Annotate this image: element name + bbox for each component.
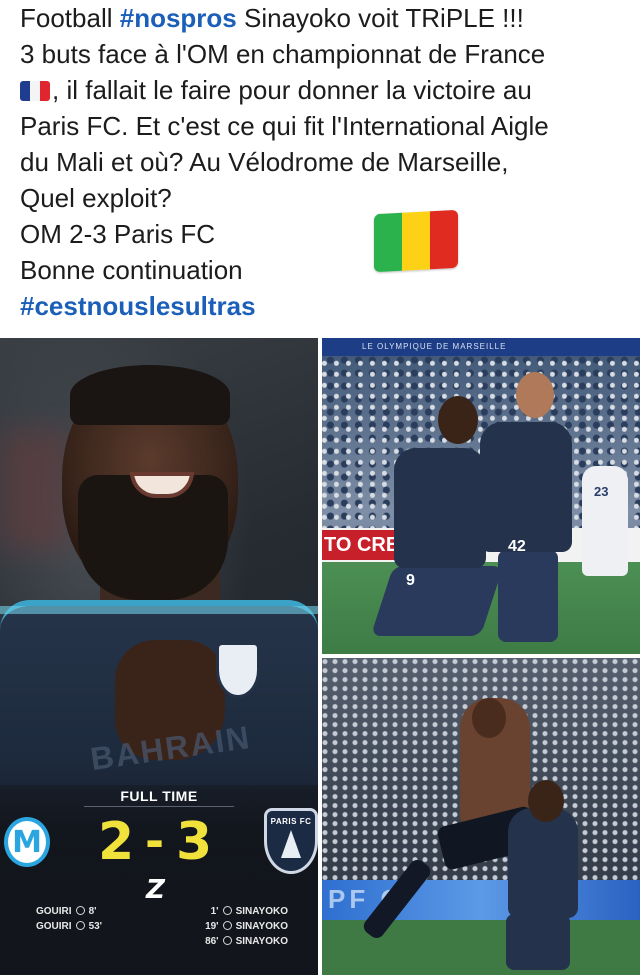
shirt-number: 9	[406, 572, 415, 589]
away-scorer-3: 86' SINAYOKO	[205, 936, 288, 947]
home-scorer-1: GOUIRI 8'	[36, 906, 97, 917]
post-caption: Football #nospros Sinayoko voit TRiPLE !…	[20, 0, 630, 324]
shirt-number: 23	[594, 484, 609, 499]
hashtag-nospros[interactable]: #nospros	[120, 3, 237, 33]
photo-celebration-top[interactable]: LE OLYMPIQUE DE MARSEILLE TO CREA 9 42 2…	[322, 338, 640, 654]
ball-icon	[222, 936, 232, 945]
stadium-banner: LE OLYMPIQUE DE MARSEILLE	[362, 342, 507, 351]
om-logo-icon: M	[4, 812, 50, 872]
photo-celebration-bottom[interactable]: PF C	[322, 658, 640, 975]
caption-line-5: du Mali et où? Au Vélodrome de Marseille…	[20, 147, 509, 177]
away-scorer-2: 19' SINAYOKO	[205, 921, 288, 932]
ball-icon	[222, 906, 232, 915]
ball-icon	[222, 921, 232, 930]
hashtag-cestnouslesultras[interactable]: #cestnouslesultras	[20, 291, 256, 321]
caption-line-1: Football #nospros Sinayoko voit TRiPLE !…	[20, 3, 524, 33]
caption-line-6: Quel exploit?	[20, 183, 172, 213]
player-teammate	[508, 808, 578, 918]
home-scorer-2: GOUIRI 53'	[36, 921, 103, 932]
caption-line-7: OM 2-3 Paris FC	[20, 219, 216, 249]
paris-fc-crest-icon	[216, 642, 260, 698]
shirt-number: 42	[508, 538, 526, 555]
home-score: 2	[98, 812, 135, 872]
full-time-label: FULL TIME	[120, 788, 198, 804]
player-sinayoko	[394, 448, 486, 568]
paris-fc-logo-icon: PARIS FC	[264, 808, 318, 874]
ball-icon	[75, 906, 85, 915]
away-scorer-1: 1' SINAYOKO	[210, 906, 288, 917]
eiffel-tower-icon	[281, 830, 301, 858]
flag-france-icon	[20, 81, 50, 101]
player-teammate	[480, 422, 572, 552]
away-score: 3	[176, 812, 213, 872]
ball-icon	[75, 921, 85, 930]
flag-mali-icon	[374, 209, 458, 273]
photo-main-scoreboard[interactable]: BAHRAIN FULL TIME M 2 - 3 PARIS FC Z GOU…	[0, 338, 318, 975]
caption-line-4: Paris FC. Et c'est ce qui fit l'Internat…	[20, 111, 549, 141]
caption-line-8: Bonne continuation	[20, 255, 243, 285]
score-dash: -	[145, 814, 165, 868]
caption-line-3: , il fallait le faire pour donner la vic…	[20, 72, 630, 108]
league-logo-icon: Z	[146, 875, 165, 905]
caption-line-2: 3 buts face à l'OM en championnat de Fra…	[20, 39, 546, 69]
